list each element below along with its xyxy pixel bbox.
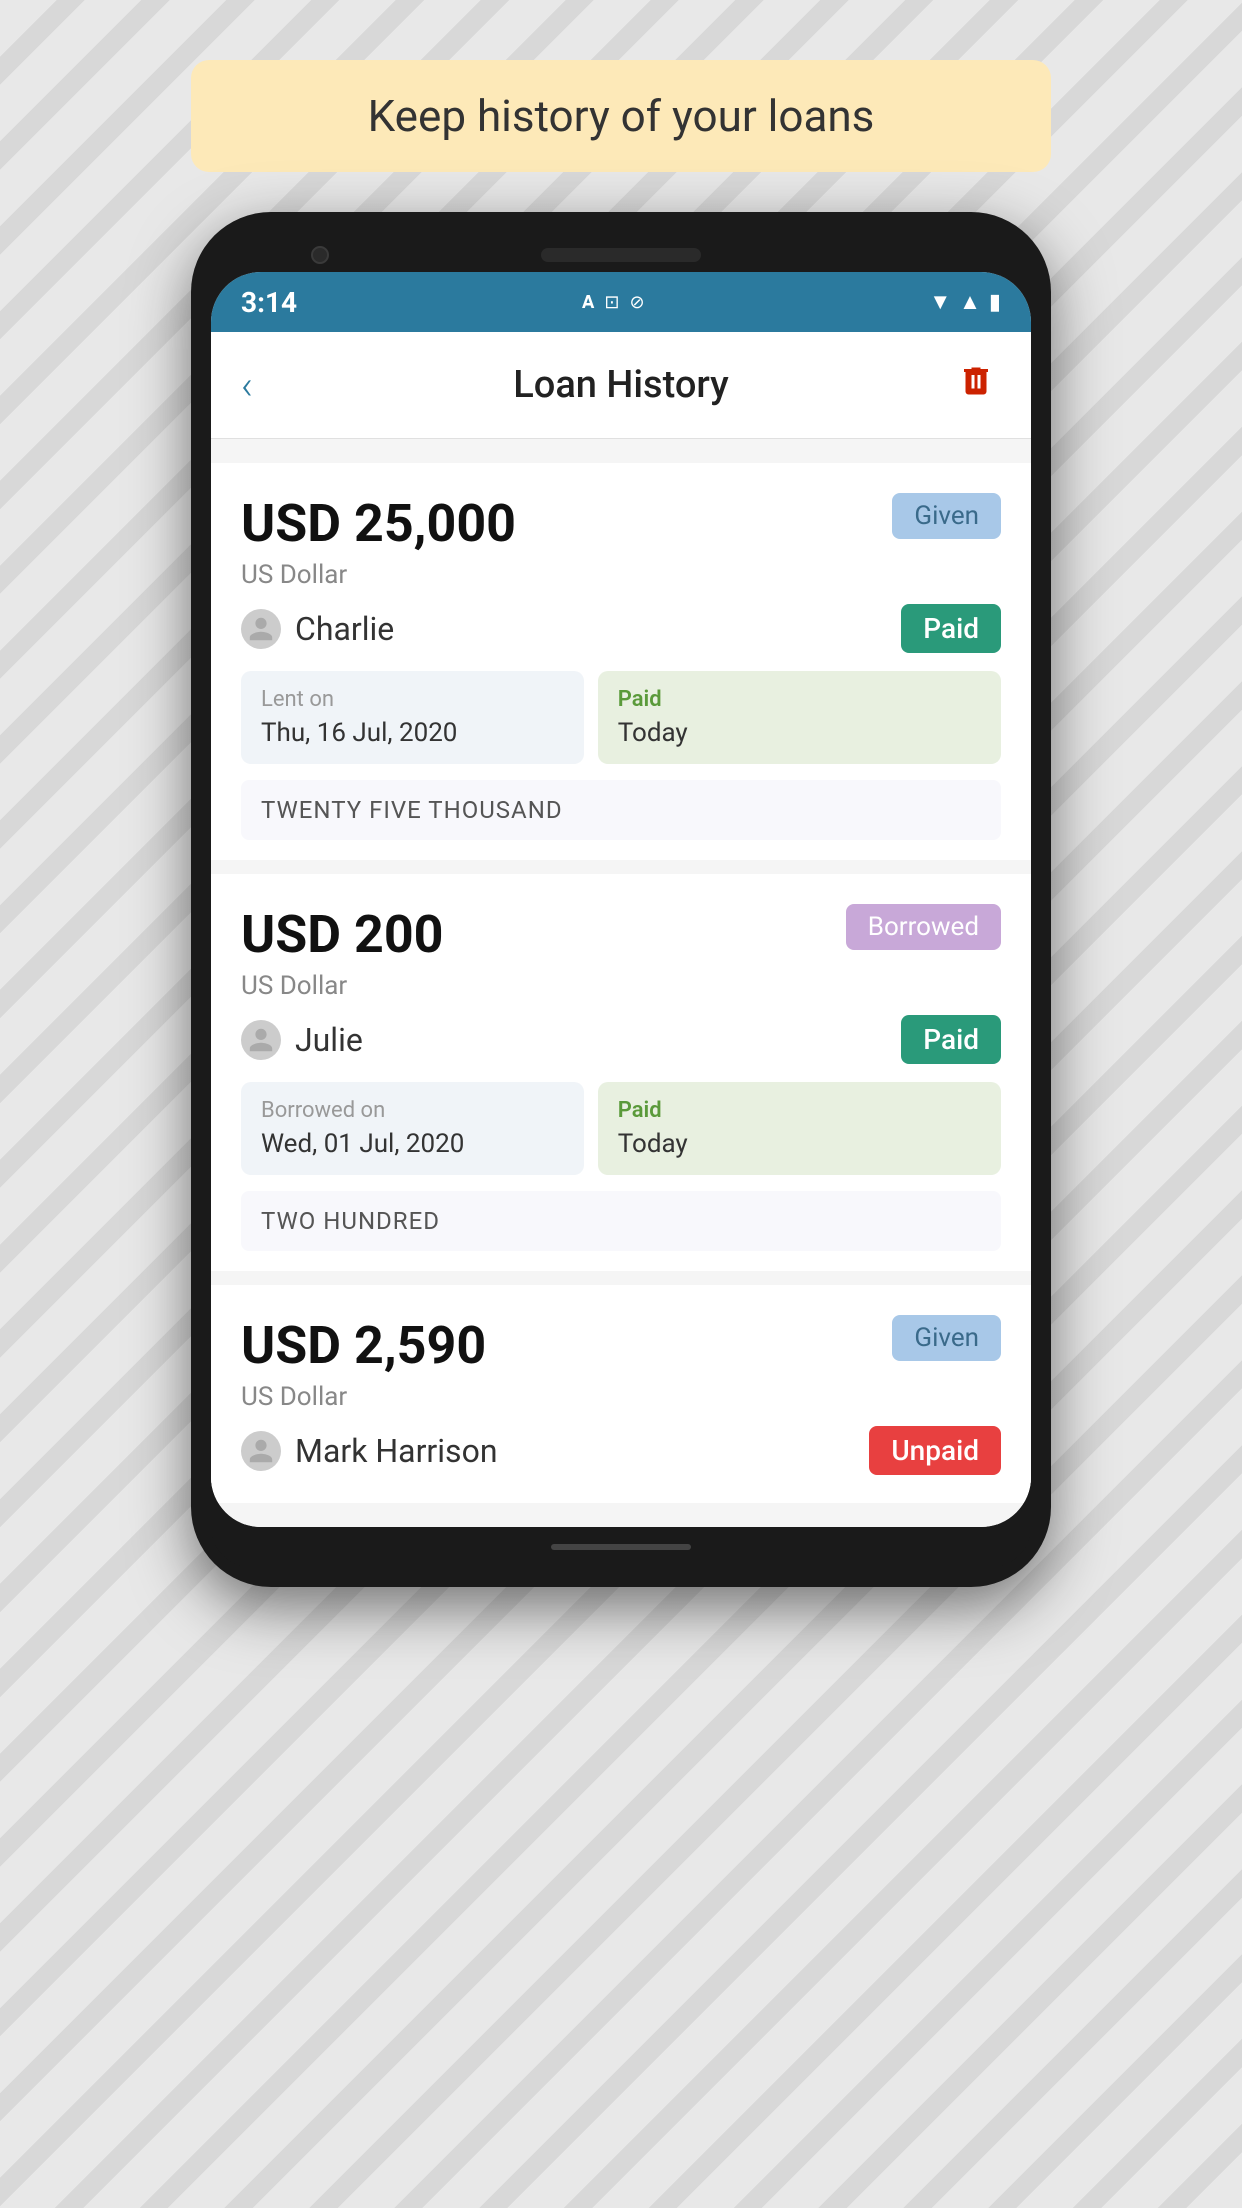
- content-area: USD 25,000 US Dollar Given Charlie Paid: [211, 439, 1031, 1527]
- loan-amount-2: USD 2,590: [241, 1315, 486, 1376]
- loan-header-row-0: USD 25,000 US Dollar Given: [241, 493, 1001, 604]
- home-indicator: [551, 1544, 691, 1550]
- avatar-0: [241, 609, 281, 649]
- phone-bottom: [211, 1527, 1031, 1567]
- phone-frame: 3:14 𝐀 ⊡ ⊘ ▼ ▲ ▮ ‹ Loan History: [191, 212, 1051, 1587]
- phone-notch: [211, 232, 1031, 272]
- loan-person-row-2: Mark Harrison Unpaid: [241, 1426, 1001, 1475]
- loan-note-1: TWO HUNDRED: [241, 1191, 1001, 1251]
- loan-dates-0: Lent on Thu, 16 Jul, 2020 Paid Today: [241, 671, 1001, 764]
- trash-icon: [958, 363, 994, 408]
- loan-card-1: USD 200 US Dollar Borrowed Julie Paid: [211, 874, 1031, 1271]
- loan-person-row-1: Julie Paid: [241, 1015, 1001, 1064]
- lent-date-box-1: Borrowed on Wed, 01 Jul, 2020: [241, 1082, 584, 1175]
- loan-currency-2: US Dollar: [241, 1382, 486, 1412]
- date-value-1: Wed, 01 Jul, 2020: [261, 1129, 564, 1159]
- date-label-1: Borrowed on: [261, 1098, 564, 1123]
- status-badge-2[interactable]: Unpaid: [869, 1426, 1001, 1475]
- promo-banner: Keep history of your loans: [191, 60, 1051, 172]
- loan-amount-group-2: USD 2,590 US Dollar: [241, 1315, 486, 1426]
- loan-card-0: USD 25,000 US Dollar Given Charlie Paid: [211, 463, 1031, 860]
- loan-person-2: Mark Harrison: [241, 1431, 497, 1471]
- loan-amount-group-1: USD 200 US Dollar: [241, 904, 444, 1015]
- loan-amount-1: USD 200: [241, 904, 444, 965]
- loan-type-badge-2[interactable]: Given: [892, 1315, 1001, 1361]
- loan-amount-0: USD 25,000: [241, 493, 516, 554]
- paid-label-1: Paid: [618, 1098, 981, 1123]
- loan-header-row-1: USD 200 US Dollar Borrowed: [241, 904, 1001, 1015]
- status-icon-circle: ⊘: [629, 292, 644, 313]
- date-value-0: Thu, 16 Jul, 2020: [261, 718, 564, 748]
- loan-note-0: TWENTY FIVE THOUSAND: [241, 780, 1001, 840]
- loan-card-2: USD 2,590 US Dollar Given Mark Harrison …: [211, 1285, 1031, 1503]
- status-icons: 𝐀 ⊡ ⊘: [582, 292, 645, 313]
- status-badge-0[interactable]: Paid: [901, 604, 1001, 653]
- loan-dates-1: Borrowed on Wed, 01 Jul, 2020 Paid Today: [241, 1082, 1001, 1175]
- page-title: Loan History: [513, 363, 729, 407]
- status-time: 3:14: [241, 286, 297, 319]
- loan-type-badge-0[interactable]: Given: [892, 493, 1001, 539]
- loan-type-badge-1[interactable]: Borrowed: [846, 904, 1001, 950]
- status-icon-a: 𝐀: [582, 292, 595, 313]
- loan-header-row-2: USD 2,590 US Dollar Given: [241, 1315, 1001, 1426]
- person-name-2: Mark Harrison: [295, 1432, 497, 1470]
- phone-screen: 3:14 𝐀 ⊡ ⊘ ▼ ▲ ▮ ‹ Loan History: [211, 272, 1031, 1527]
- status-badge-1[interactable]: Paid: [901, 1015, 1001, 1064]
- loan-person-0: Charlie: [241, 609, 394, 649]
- paid-date-box-0: Paid Today: [598, 671, 1001, 764]
- signal-icon: ▲: [959, 289, 981, 315]
- date-label-0: Lent on: [261, 687, 564, 712]
- promo-text: Keep history of your loans: [368, 90, 875, 142]
- paid-label-0: Paid: [618, 687, 981, 712]
- paid-value-0: Today: [618, 718, 981, 748]
- avatar-2: [241, 1431, 281, 1471]
- status-icon-clipboard: ⊡: [604, 292, 619, 313]
- phone-speaker: [541, 248, 701, 262]
- lent-date-box-0: Lent on Thu, 16 Jul, 2020: [241, 671, 584, 764]
- paid-date-box-1: Paid Today: [598, 1082, 1001, 1175]
- avatar-1: [241, 1020, 281, 1060]
- wifi-icon: ▼: [929, 289, 951, 315]
- loan-currency-1: US Dollar: [241, 971, 444, 1001]
- person-name-1: Julie: [295, 1021, 363, 1059]
- app-header: ‹ Loan History: [211, 332, 1031, 439]
- loan-amount-group-0: USD 25,000 US Dollar: [241, 493, 516, 604]
- back-button[interactable]: ‹: [241, 362, 291, 409]
- loan-currency-0: US Dollar: [241, 560, 516, 590]
- person-name-0: Charlie: [295, 610, 394, 648]
- loan-person-row-0: Charlie Paid: [241, 604, 1001, 653]
- status-right-icons: ▼ ▲ ▮: [929, 289, 1001, 315]
- paid-value-1: Today: [618, 1129, 981, 1159]
- loan-person-1: Julie: [241, 1020, 363, 1060]
- battery-icon: ▮: [989, 290, 1001, 315]
- delete-button[interactable]: [951, 360, 1001, 410]
- status-bar: 3:14 𝐀 ⊡ ⊘ ▼ ▲ ▮: [211, 272, 1031, 332]
- phone-camera: [311, 246, 329, 264]
